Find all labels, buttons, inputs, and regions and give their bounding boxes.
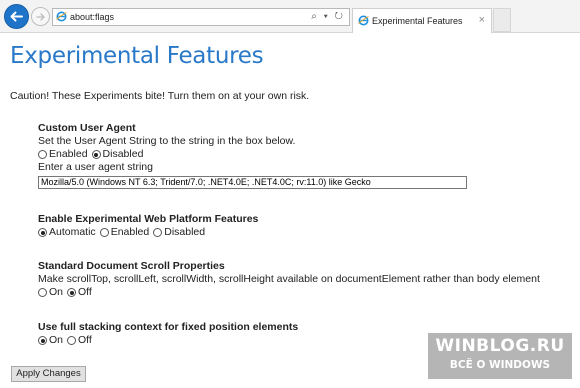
radio-group-scroll: On Off <box>38 286 540 299</box>
section-stacking-context: Use full stacking context for fixed posi… <box>38 321 298 347</box>
radio-option-off[interactable]: Off <box>67 286 92 299</box>
watermark-line1: WINBLOG.RU <box>435 336 565 356</box>
radio-checked-icon <box>38 336 47 345</box>
radio-label: On <box>49 286 64 298</box>
radio-checked-icon <box>38 228 47 237</box>
back-arrow-icon <box>10 11 23 22</box>
section-description: Set the User Agent String to the string … <box>38 135 296 147</box>
forward-arrow-icon <box>36 12 45 21</box>
section-scroll-properties: Standard Document Scroll Properties Make… <box>38 260 540 299</box>
radio-icon <box>153 228 163 237</box>
radio-label: On <box>49 334 64 346</box>
radio-label: Enabled <box>49 148 88 160</box>
radio-option-disabled[interactable]: Disabled <box>153 226 205 239</box>
radio-option-disabled[interactable]: Disabled <box>91 148 144 161</box>
section-description: Make scrollTop, scrollLeft, scrollWidth,… <box>38 273 540 285</box>
warning-text: Caution! These Experiments bite! Turn th… <box>10 90 310 102</box>
radio-label: Disabled <box>102 148 144 160</box>
radio-icon <box>67 336 77 345</box>
ie-page-icon <box>56 11 67 22</box>
address-url: about:flags <box>70 12 115 22</box>
browser-toolbar: about:flags ⌕ ▾ ↻ Experimental Features … <box>0 0 580 33</box>
radio-option-on[interactable]: On <box>38 334 63 347</box>
apply-changes-button[interactable]: Apply Changes <box>11 366 86 382</box>
radio-icon <box>99 228 109 237</box>
radio-checked-icon <box>67 288 77 297</box>
radio-option-enabled[interactable]: Enabled <box>38 148 88 161</box>
section-title: Use full stacking context for fixed posi… <box>38 321 299 333</box>
radio-option-on[interactable]: On <box>38 286 63 299</box>
address-bar[interactable]: about:flags ⌕ ▾ ↻ <box>52 8 350 26</box>
forward-button[interactable] <box>31 7 50 26</box>
radio-icon <box>38 150 47 159</box>
radio-label: Enabled <box>110 226 150 238</box>
radio-option-automatic[interactable]: Automatic <box>38 226 96 239</box>
watermark-logo: WINBLOG.RU ВСЁ О WINDOWS <box>428 333 572 379</box>
radio-label: Disabled <box>164 226 206 238</box>
tab-page-icon <box>358 15 369 26</box>
radio-label: Off <box>78 286 92 298</box>
radio-icon <box>38 288 47 297</box>
page-title: Experimental Features <box>10 43 264 69</box>
new-tab-button[interactable] <box>493 8 511 32</box>
radio-label: Automatic <box>49 226 96 238</box>
radio-group-user-agent: Enabled Disabled <box>38 148 467 161</box>
section-web-platform: Enable Experimental Web Platform Feature… <box>38 213 258 239</box>
section-title: Custom User Agent <box>38 122 136 134</box>
radio-group-stacking: On Off <box>38 334 298 347</box>
tab-close-icon[interactable]: × <box>479 14 485 26</box>
address-tools[interactable]: ⌕ ▾ ↻ <box>311 9 345 25</box>
tab-title: Experimental Features <box>372 16 463 26</box>
back-button[interactable] <box>4 4 29 29</box>
radio-label: Off <box>78 334 92 346</box>
radio-group-web-platform: Automatic Enabled Disabled <box>38 226 258 239</box>
watermark-line2: ВСЁ О WINDOWS <box>449 359 551 371</box>
user-agent-input[interactable]: Mozilla/5.0 (Windows NT 6.3; Trident/7.0… <box>38 176 467 189</box>
section-title: Enable Experimental Web Platform Feature… <box>38 213 259 225</box>
section-title: Standard Document Scroll Properties <box>38 260 225 272</box>
radio-option-enabled[interactable]: Enabled <box>99 226 150 239</box>
input-label: Enter a user agent string <box>38 161 153 173</box>
section-custom-user-agent: Custom User Agent Set the User Agent Str… <box>38 122 467 189</box>
radio-checked-icon <box>91 150 101 159</box>
tab-experimental-features[interactable]: Experimental Features × <box>352 8 492 33</box>
radio-option-off[interactable]: Off <box>67 334 92 347</box>
